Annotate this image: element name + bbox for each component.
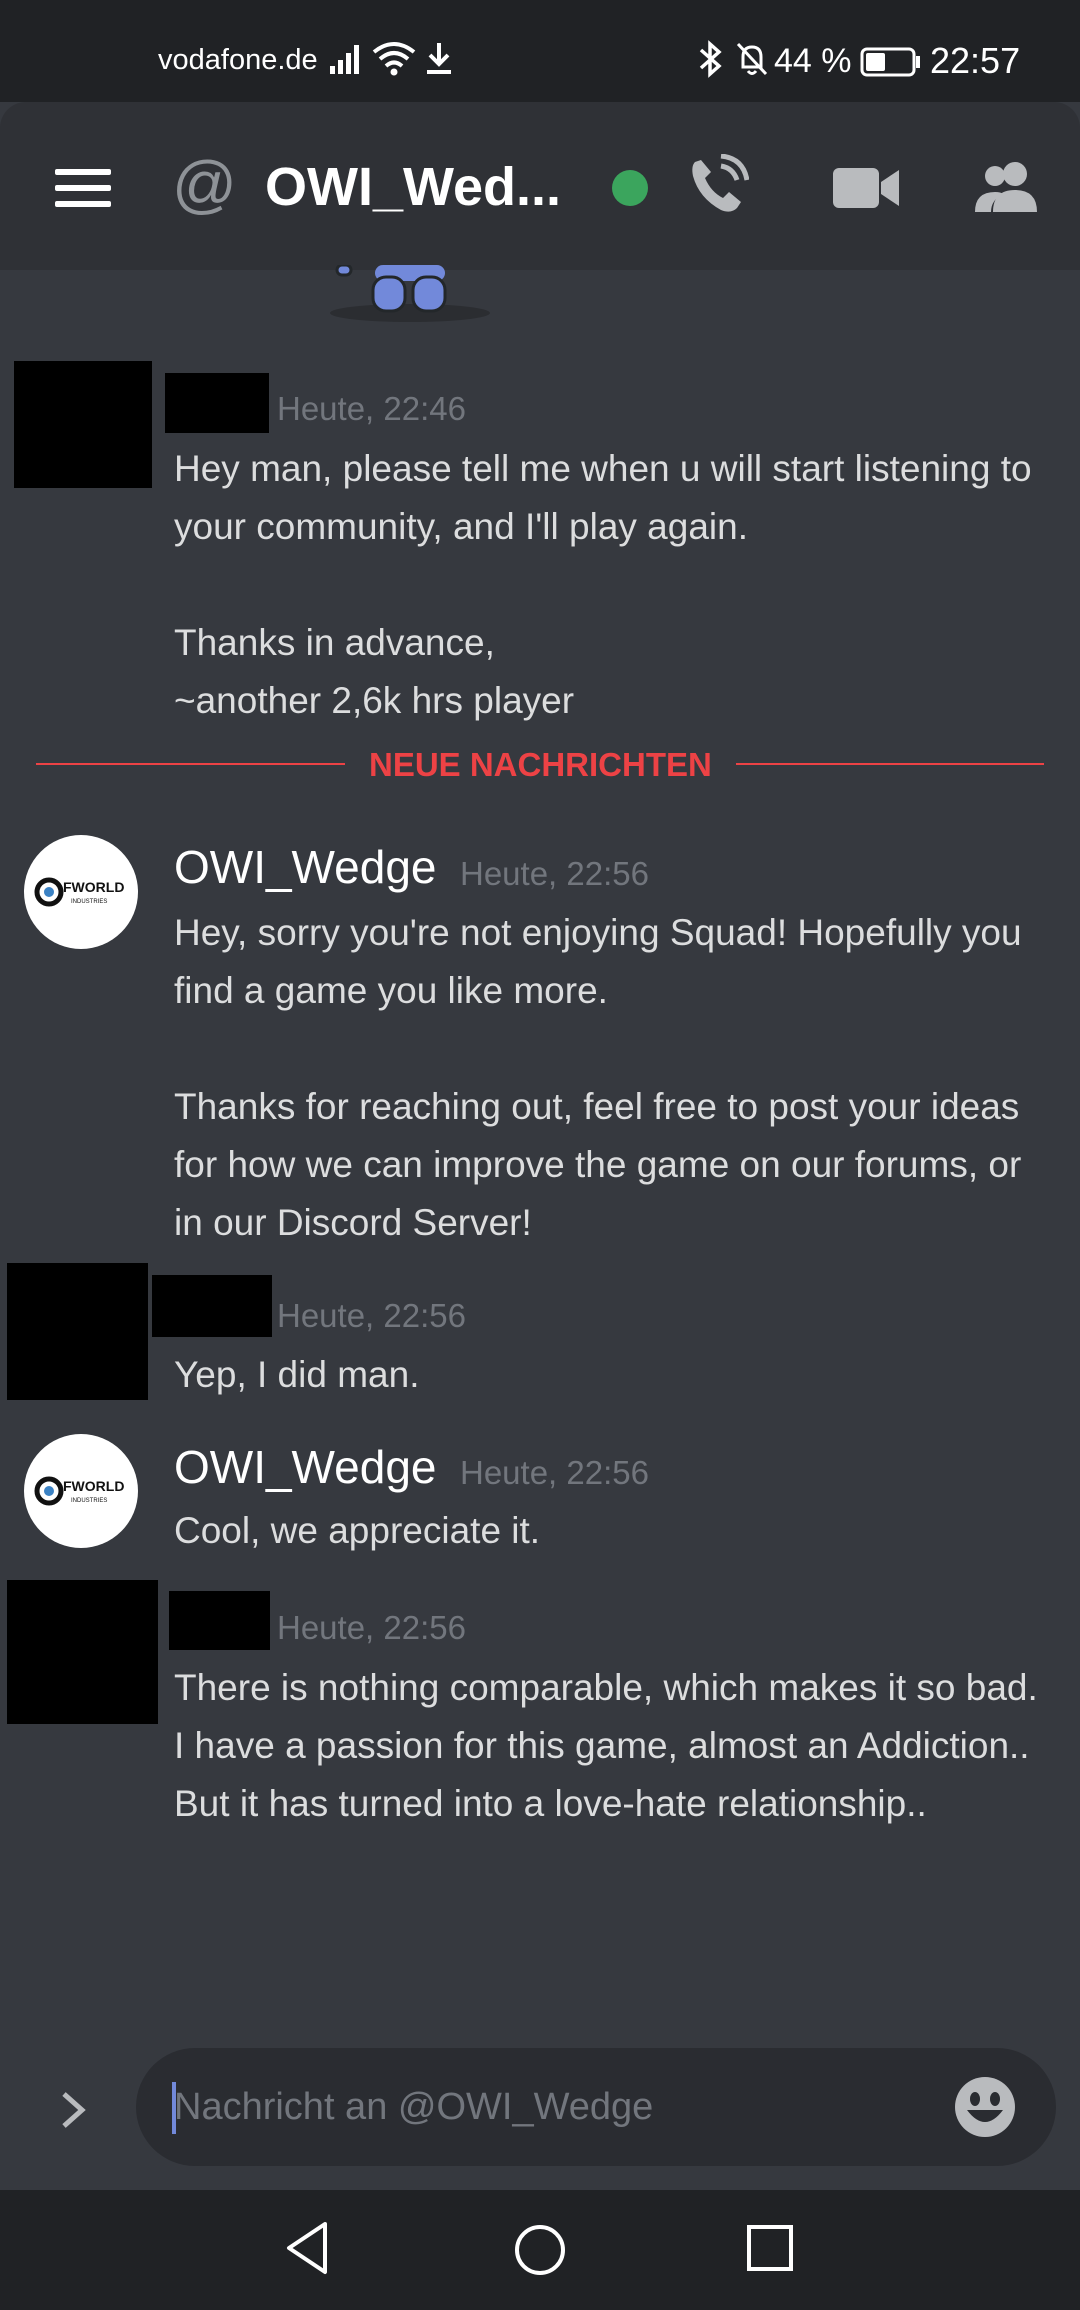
message-timestamp: Heute, 22:56 xyxy=(277,1297,466,1334)
new-messages-divider-label: NEUE NACHRICHTEN xyxy=(345,746,736,784)
author-name[interactable] xyxy=(169,1591,270,1650)
channel-title[interactable]: OWI_Wed... xyxy=(265,156,561,218)
avatar[interactable] xyxy=(14,361,152,488)
recent-apps-icon[interactable] xyxy=(744,2222,796,2279)
video-call-icon[interactable] xyxy=(833,166,899,215)
system-nav-bar xyxy=(0,2190,1080,2310)
message-content: Cool, we appreciate it. xyxy=(174,1510,541,1551)
menu-icon[interactable] xyxy=(55,167,111,214)
status-bar: vodafone.de 44 % 22:57 xyxy=(0,0,1080,102)
bot-mascot-illustration xyxy=(325,263,495,330)
message-content: Hey, sorry you're not enjoying Squad! Ho… xyxy=(174,912,1022,1243)
battery-icon xyxy=(860,47,922,82)
bluetooth-icon xyxy=(697,40,725,83)
avatar[interactable]: FWORLD INDUSTRIES xyxy=(24,835,138,949)
clock: 22:57 xyxy=(930,40,1021,81)
bell-muted-icon xyxy=(734,40,770,83)
avatar-logo-subtext: INDUSTRIES xyxy=(71,1498,107,1504)
members-icon[interactable] xyxy=(975,158,1039,219)
message-composer xyxy=(136,2048,1056,2166)
dm-at-icon: @ xyxy=(172,148,237,220)
message-content: Hey man, please tell me when u will star… xyxy=(174,448,1032,721)
message-input[interactable] xyxy=(172,2078,936,2136)
signal-icon xyxy=(328,40,366,81)
author-name[interactable] xyxy=(152,1275,272,1337)
author-name[interactable] xyxy=(165,373,269,433)
message-content: There is nothing comparable, which makes… xyxy=(174,1667,1038,1824)
battery-percent: 44 % xyxy=(774,42,852,80)
download-icon xyxy=(423,40,455,81)
avatar-logo-text: FWORLD xyxy=(63,1478,124,1494)
channel-header: @ OWI_Wed... xyxy=(0,102,1080,270)
home-icon[interactable] xyxy=(512,2222,568,2283)
avatar[interactable] xyxy=(7,1580,158,1724)
online-status-dot xyxy=(612,170,648,206)
voice-call-icon[interactable] xyxy=(685,153,750,223)
message-timestamp: Heute, 22:56 xyxy=(460,855,649,892)
avatar[interactable]: FWORLD INDUSTRIES xyxy=(24,1434,138,1548)
emoji-picker-icon[interactable] xyxy=(954,2076,1016,2143)
chevron-right-icon[interactable] xyxy=(58,2090,88,2135)
message-content: Yep, I did man. xyxy=(174,1354,420,1395)
avatar-logo-subtext: INDUSTRIES xyxy=(71,899,107,905)
message-timestamp: Heute, 22:56 xyxy=(277,1609,466,1646)
wifi-icon xyxy=(372,40,416,81)
message-timestamp: Heute, 22:46 xyxy=(277,390,466,427)
author-name[interactable]: OWI_Wedge xyxy=(174,840,436,894)
avatar-logo-text: FWORLD xyxy=(63,879,124,895)
author-name[interactable]: OWI_Wedge xyxy=(174,1440,436,1494)
back-icon[interactable] xyxy=(283,2220,331,2281)
avatar[interactable] xyxy=(7,1263,148,1400)
carrier-label: vodafone.de xyxy=(158,44,318,76)
message-timestamp: Heute, 22:56 xyxy=(460,1454,649,1491)
